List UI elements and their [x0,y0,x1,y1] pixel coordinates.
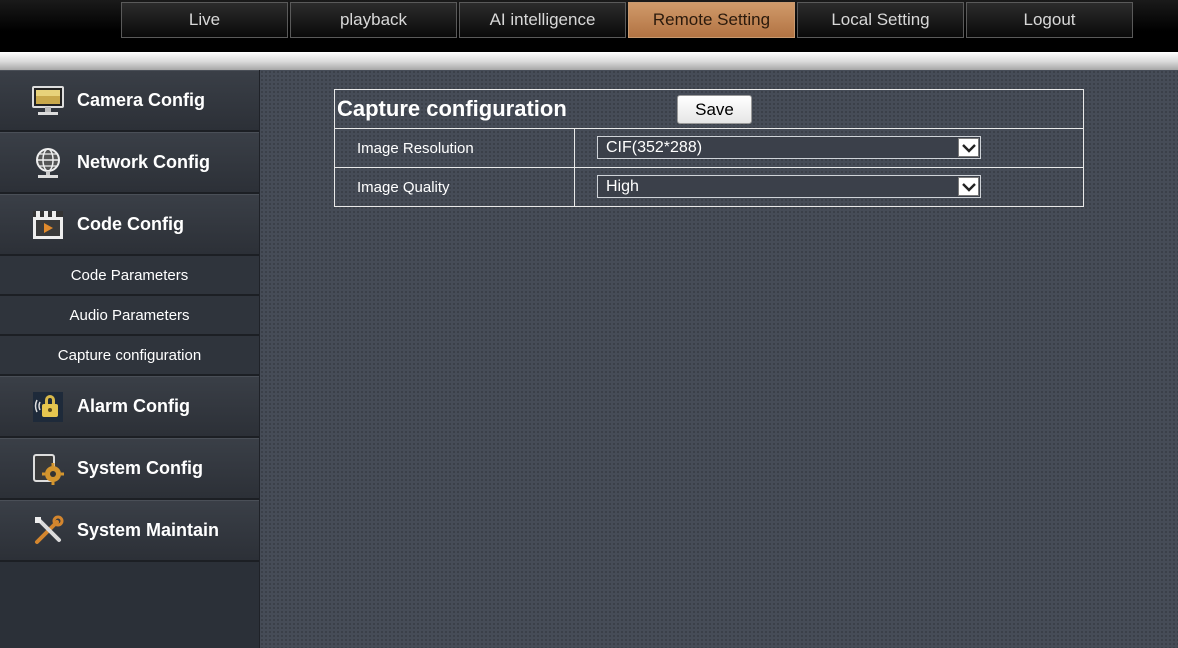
sidebar-subitem-code-parameters[interactable]: Code Parameters [0,256,259,296]
tab-ai-intelligence[interactable]: AI intelligence [459,2,626,38]
sidebar-item-camera-config[interactable]: Camera Config [0,70,259,132]
sidebar-item-system-config[interactable]: System Config [0,438,259,500]
chevron-down-icon[interactable] [958,138,979,157]
page-title: Capture configuration [337,96,567,121]
main-nav: Live playback AI intelligence Remote Set… [121,2,1135,38]
video-clapper-icon [30,207,66,243]
sidebar-item-code-config[interactable]: Code Config [0,194,259,256]
image-resolution-select[interactable]: CIF(352*288) [597,136,981,159]
sidebar-item-alarm-config[interactable]: Alarm Config [0,376,259,438]
sidebar-item-label: Code Config [77,214,184,234]
select-value: High [606,177,639,195]
image-quality-select[interactable]: High [597,175,981,198]
sidebar-item-label: Alarm Config [77,396,191,416]
sidebar-item-label: Camera Config [77,90,206,110]
table-row: Image Resolution CIF(352*288) [334,128,1084,168]
monitor-icon [30,83,66,119]
select-value: CIF(352*288) [606,138,703,156]
sidebar-item-network-config[interactable]: Network Config [0,132,259,194]
sidebar-item-label: System Config [77,458,204,478]
sidebar-subitem-audio-parameters[interactable]: Audio Parameters [0,296,259,336]
panel-header: Capture configuration Save [334,89,1084,129]
sidebar-subitem-capture-configuration[interactable]: Capture configuration [0,336,259,376]
chevron-down-icon[interactable] [958,177,979,196]
table-row: Image Quality High [334,167,1084,207]
tab-remote-setting[interactable]: Remote Setting [628,2,795,38]
tab-playback[interactable]: playback [290,2,457,38]
globe-network-icon [30,145,66,181]
wrench-screwdriver-icon [30,513,66,549]
save-button[interactable]: Save [677,95,752,124]
sidebar-item-system-maintain[interactable]: System Maintain [0,500,259,562]
image-resolution-label: Image Resolution [334,128,575,168]
capture-config-table: Capture configuration Save Image Resolut… [334,89,1084,207]
tab-live[interactable]: Live [121,2,288,38]
image-quality-label: Image Quality [334,167,575,207]
tab-local-setting[interactable]: Local Setting [797,2,964,38]
sidebar-item-label: System Maintain [77,520,220,540]
sidebar: Camera Config Network Config Code Config… [0,70,260,648]
gear-icon [30,451,66,487]
tab-logout[interactable]: Logout [966,2,1133,38]
header-divider-strip [0,52,1178,70]
alarm-icon [30,389,66,425]
main-content: Capture configuration Save Image Resolut… [260,70,1178,648]
top-nav-bar: Live playback AI intelligence Remote Set… [0,0,1178,52]
sidebar-item-label: Network Config [77,152,210,172]
